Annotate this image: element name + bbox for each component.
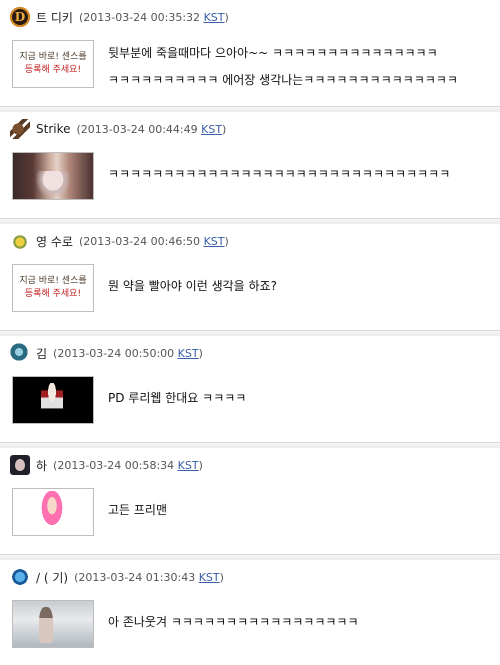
comment-body: 고든 프리맨 [108, 498, 494, 522]
kst-link[interactable]: KST [204, 11, 225, 24]
comment-timestamp: (2013-03-24 01:30:43 KST) [74, 570, 224, 584]
comment-meta: 트 디키 (2013-03-24 00:35:32 KST) [10, 6, 229, 28]
comment-timestamp: (2013-03-24 00:44:49 KST) [76, 122, 227, 136]
kst-link[interactable]: KST [199, 571, 220, 584]
diablo-d-icon [10, 7, 30, 27]
comment-line: 아 존나웃겨 ㅋㅋㅋㅋㅋㅋㅋㅋㅋㅋㅋㅋㅋㅋㅋㅋㅋ [108, 615, 359, 629]
thumb-caption-line: 지금 바로! 센스를 [19, 276, 87, 286]
comment-timestamp: (2013-03-24 00:35:32 KST) [78, 10, 229, 24]
thumb-caption-line: 등록해 주세요! [24, 289, 82, 299]
comment-author[interactable]: 트 디키 [36, 9, 73, 26]
comment-author[interactable]: 김 [36, 345, 47, 362]
comment-item: 트 디키 (2013-03-24 00:35:32 KST) 지금 바로! 센스… [0, 0, 500, 112]
comment-meta: Strike (2013-03-24 00:44:49 KST) [10, 118, 226, 140]
comment-line: 뒷부분에 죽을때마다 으아아~~ ㅋㅋㅋㅋㅋㅋㅋㅋㅋㅋㅋㅋㅋㅋㅋ [108, 46, 438, 60]
comment-item: / ( 기) (2013-03-24 01:30:43 KST) 아 존나웃겨 … [0, 560, 500, 665]
comment-author[interactable]: / ( 기) [36, 569, 68, 586]
kst-link[interactable]: KST [204, 235, 225, 248]
comment-author[interactable]: 영 수로 [36, 233, 73, 250]
kst-link[interactable]: KST [201, 123, 222, 136]
comment-line: ㅋㅋㅋㅋㅋㅋㅋㅋㅋㅋ 에어장 생각나는ㅋㅋㅋㅋㅋㅋㅋㅋㅋㅋㅋㅋㅋㅋ [108, 73, 458, 87]
comment-thumbnail[interactable]: 지금 바로! 센스를등록해 주세요! [12, 264, 94, 312]
comment-author[interactable]: 하 [36, 457, 47, 474]
comment-thumbnail[interactable]: 지금 바로! 센스를등록해 주세요! [12, 40, 94, 88]
comment-line: 뭔 약을 빨아야 이런 생각을 하죠? [108, 279, 277, 293]
comment-thumbnail[interactable] [12, 600, 94, 648]
comment-meta: 영 수로 (2013-03-24 00:46:50 KST) [10, 230, 229, 252]
comment-line: ㅋㅋㅋㅋㅋㅋㅋㅋㅋㅋㅋㅋㅋㅋㅋㅋㅋㅋㅋㅋㅋㅋㅋㅋㅋㅋㅋㅋㅋㅋㅋ [108, 167, 451, 181]
comment-meta: 하 (2013-03-24 00:58:34 KST) [10, 454, 203, 476]
comment-line: PD 루리웹 한대요 ㅋㅋㅋㅋ [108, 391, 247, 405]
comment-line: 고든 프리맨 [108, 503, 168, 517]
comment-body: 뒷부분에 죽을때마다 으아아~~ ㅋㅋㅋㅋㅋㅋㅋㅋㅋㅋㅋㅋㅋㅋㅋ ㅋㅋㅋㅋㅋㅋㅋ… [108, 40, 494, 94]
comment-body: ㅋㅋㅋㅋㅋㅋㅋㅋㅋㅋㅋㅋㅋㅋㅋㅋㅋㅋㅋㅋㅋㅋㅋㅋㅋㅋㅋㅋㅋㅋㅋ [108, 162, 494, 186]
zerg-bug-icon [10, 119, 30, 139]
comment-item: 영 수로 (2013-03-24 00:46:50 KST) 지금 바로! 센스… [0, 224, 500, 336]
comment-item: Strike (2013-03-24 00:44:49 KST) ㅋㅋㅋㅋㅋㅋㅋ… [0, 112, 500, 224]
comment-timestamp: (2013-03-24 00:50:00 KST) [53, 346, 203, 360]
comment-thumbnail[interactable] [12, 376, 94, 424]
comment-author[interactable]: Strike [36, 122, 71, 136]
ball-icon [10, 567, 30, 587]
comment-body: 뭔 약을 빨아야 이런 생각을 하죠? [108, 274, 494, 298]
comment-timestamp: (2013-03-24 00:46:50 KST) [78, 234, 229, 248]
comment-body: 아 존나웃겨 ㅋㅋㅋㅋㅋㅋㅋㅋㅋㅋㅋㅋㅋㅋㅋㅋㅋ [108, 610, 494, 634]
comment-meta: / ( 기) (2013-03-24 01:30:43 KST) [10, 566, 224, 588]
comment-item: 하 (2013-03-24 00:58:34 KST) 고든 프리맨 [0, 448, 500, 560]
comment-thumbnail[interactable] [12, 152, 94, 200]
comment-item: 김 (2013-03-24 00:50:00 KST) PD 루리웹 한대요 ㅋ… [0, 336, 500, 448]
comment-timestamp: (2013-03-24 00:58:34 KST) [53, 458, 203, 472]
kst-link[interactable]: KST [178, 459, 199, 472]
star-icon [10, 231, 30, 251]
comment-thumbnail[interactable] [12, 488, 94, 536]
kst-link[interactable]: KST [178, 347, 199, 360]
face-icon [10, 455, 30, 475]
comment-body: PD 루리웹 한대요 ㅋㅋㅋㅋ [108, 386, 494, 410]
thumb-caption-line: 지금 바로! 센스를 [19, 52, 87, 62]
sphere-icon [10, 343, 30, 363]
comment-meta: 김 (2013-03-24 00:50:00 KST) [10, 342, 203, 364]
thumb-caption-line: 등록해 주세요! [24, 65, 82, 75]
